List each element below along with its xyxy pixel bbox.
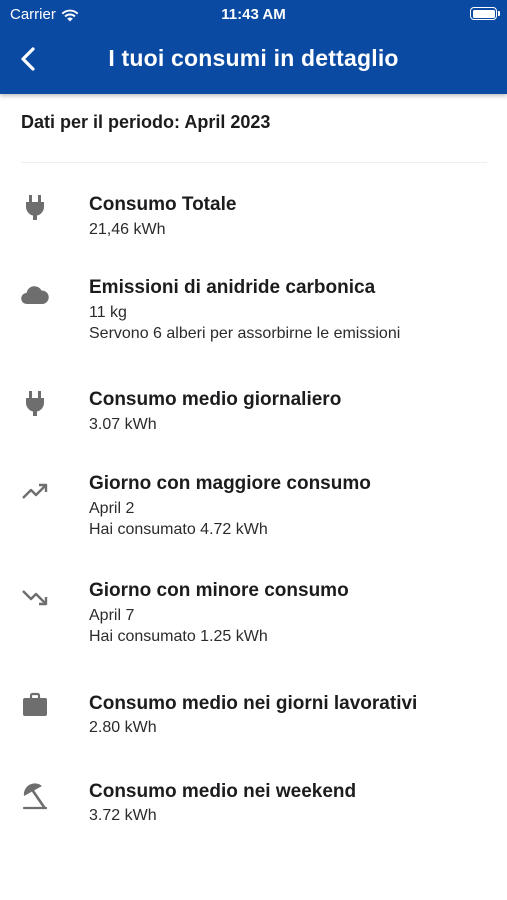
item-value: 2.80 kWh	[89, 719, 157, 736]
item-title: Giorno con maggiore consumo	[89, 473, 371, 494]
item-detail: Hai consumato 1.25 kWh	[89, 628, 268, 645]
item-title: Consumo medio nei weekend	[89, 781, 357, 802]
navigation-bar: I tuoi consumi in dettaglio	[0, 36, 507, 82]
item-title: Consumo medio nei giorni lavorativi	[89, 693, 418, 714]
item-title: Giorno con minore consumo	[89, 580, 349, 601]
trending-down-icon	[22, 590, 48, 606]
plug-icon	[26, 391, 44, 416]
item-date: April 7	[89, 607, 135, 624]
app-header: Carrier 11:43 AM I tuoi consumi in detta…	[0, 0, 507, 94]
status-bar: Carrier 11:43 AM	[0, 0, 507, 30]
item-detail: Hai consumato 4.72 kWh	[89, 521, 268, 538]
divider	[21, 162, 487, 163]
page-title: I tuoi consumi in dettaglio	[108, 45, 399, 71]
item-title: Consumo Totale	[89, 194, 237, 215]
item-title: Consumo medio giornaliero	[89, 389, 342, 410]
item-detail: Servono 6 alberi per assorbirne le emiss…	[89, 325, 401, 342]
battery-icon	[470, 7, 500, 20]
item-value: 21,46 kWh	[89, 221, 166, 238]
briefcase-icon	[23, 692, 47, 716]
plug-icon	[26, 195, 44, 220]
beach-umbrella-icon	[22, 783, 48, 810]
trending-up-icon	[22, 483, 48, 499]
item-value: 3.72 kWh	[89, 807, 157, 824]
item-value: 3.07 kWh	[89, 416, 157, 433]
cloud-icon	[21, 286, 49, 305]
item-date: April 2	[89, 500, 135, 517]
item-value: 11 kg	[89, 304, 127, 321]
period-label: Dati per il periodo: April 2023	[21, 112, 271, 132]
item-title: Emissioni di anidride carbonica	[89, 277, 376, 298]
status-time: 11:43 AM	[221, 6, 286, 23]
